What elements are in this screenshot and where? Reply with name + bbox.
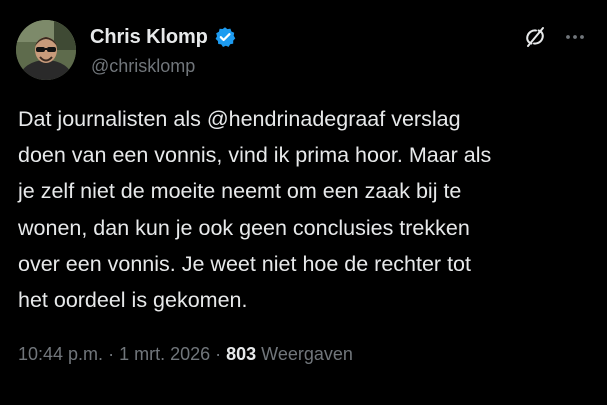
tweet-meta: 10:44 p.m. · 1 mrt. 2026 · 803 Weergaven (18, 344, 353, 365)
views-count[interactable]: 803 (226, 344, 256, 365)
more-options-button[interactable] (560, 22, 590, 52)
grok-icon (526, 27, 544, 47)
tweet-time[interactable]: 10:44 p.m. (18, 344, 103, 365)
avatar-image (16, 20, 76, 80)
views-label: Weergaven (256, 344, 353, 364)
grok-button[interactable] (520, 22, 550, 52)
author-display-name[interactable]: Chris Klomp (90, 26, 208, 49)
meta-separator: · (103, 344, 120, 364)
author-name-row: Chris Klomp (90, 24, 236, 50)
tweet-date[interactable]: 1 mrt. 2026 (119, 344, 210, 365)
verified-badge-icon[interactable] (214, 26, 236, 48)
author-handle[interactable]: @chrisklomp (91, 56, 195, 77)
more-icon (566, 35, 584, 39)
tweet: Chris Klomp @chrisklomp Dat journalisten… (0, 0, 607, 405)
avatar[interactable] (16, 20, 76, 80)
tweet-text: Dat journalisten als @hendrinadegraaf ve… (18, 107, 492, 313)
meta-separator: · (210, 344, 227, 364)
